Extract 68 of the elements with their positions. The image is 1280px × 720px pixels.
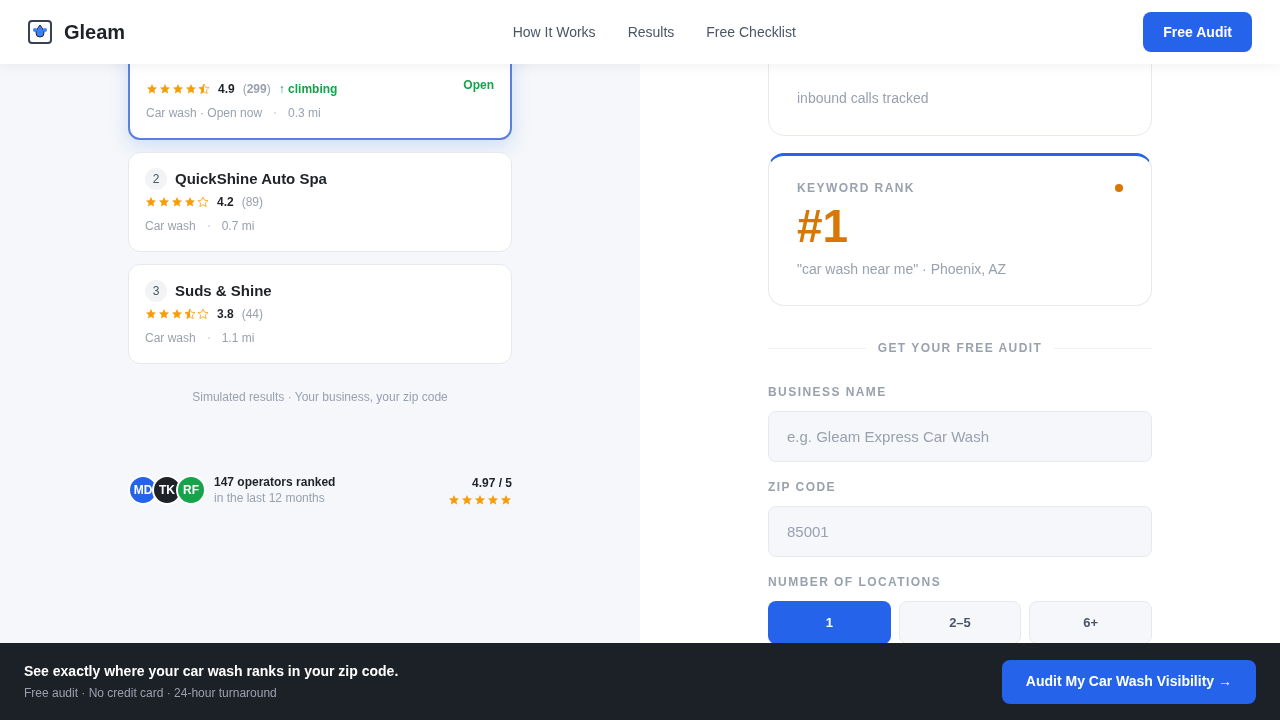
review-count: (44): [241, 306, 264, 323]
star-icon: [172, 83, 184, 95]
listing-meta: Car wash · Open now: [146, 105, 263, 122]
rating: 4.2: [217, 194, 234, 211]
star-icon: [197, 308, 209, 320]
field-label: ZIP CODE: [768, 479, 837, 496]
proof-subtitle: in the last 12 months: [214, 490, 326, 506]
star-icon: [500, 494, 512, 506]
field-label: NUMBER OF LOCATIONS: [768, 574, 943, 591]
listing-meta: Car wash: [145, 330, 196, 347]
review-count: (89): [241, 194, 264, 211]
business-name: QuickShine Auto Spa: [175, 168, 327, 189]
distance: 1.1 mi: [221, 330, 255, 347]
score: 4.97 / 5: [471, 475, 512, 492]
star-icon: [171, 196, 183, 208]
star-icon: [197, 196, 209, 208]
listing-card[interactable]: 4.9 (299) ↑ climbing Car wash · Open now 0.3 mi Open: [128, 64, 512, 140]
free-audit-button[interactable]: Free Audit: [1143, 12, 1252, 52]
star-icon: [448, 494, 460, 506]
rank-badge: 3: [145, 280, 167, 302]
rating: 4.9: [218, 81, 235, 98]
star-icon: [158, 308, 170, 320]
star-icon: [461, 494, 473, 506]
business-name: Suds & Shine: [175, 280, 272, 301]
star-icon: [487, 494, 499, 506]
input-field[interactable]: e.g. Gleam Express Car Wash: [768, 411, 1152, 462]
location-option[interactable]: 6+: [1029, 601, 1152, 643]
distance: 0.3 mi: [288, 105, 321, 122]
star-icon: [198, 83, 210, 95]
star-icon: [474, 494, 486, 506]
status-label: Open: [463, 77, 494, 94]
proof-title: 147 operators ranked: [214, 474, 336, 490]
audit-button[interactable]: Audit My Car Wash Visibility →: [1001, 659, 1256, 704]
stat-caption: inbound calls tracked: [797, 89, 930, 108]
trend-label: ↑ climbing: [278, 81, 338, 98]
avatar: RF: [176, 475, 206, 505]
section-heading: GET YOUR FREE AUDIT: [877, 340, 1043, 357]
brand-name[interactable]: Gleam: [64, 17, 126, 47]
star-icon: [158, 196, 170, 208]
stat-caption: "car wash near me" · Phoenix, AZ: [797, 260, 1008, 279]
star-icon: [146, 83, 158, 95]
nav-link[interactable]: How It Works: [512, 21, 596, 43]
logo-icon: [28, 20, 52, 44]
listing-meta: Car wash: [145, 218, 196, 235]
star-icon: [145, 196, 157, 208]
caption: Simulated results · Your business, your zip code: [191, 389, 449, 406]
star-icon: [184, 308, 196, 320]
nav-link[interactable]: Free Checklist: [706, 21, 796, 43]
star-icon: [159, 83, 171, 95]
rating: 3.8: [217, 306, 234, 323]
input-field[interactable]: 85001: [768, 506, 1152, 557]
stat-value: #1: [797, 199, 850, 253]
star-icon: [185, 83, 197, 95]
review-count: (299): [242, 81, 271, 98]
stat-label: KEYWORD RANK: [797, 180, 915, 197]
listing-card[interactable]: 3 Suds & Shine 3.8 (44) Car wash 1.1 mi: [128, 264, 512, 364]
rank-badge: 2: [145, 168, 167, 190]
bar-title: See exactly where your car wash ranks in your zip code.: [24, 662, 399, 681]
location-option[interactable]: 2–5: [898, 601, 1022, 643]
distance: 0.7 mi: [221, 218, 255, 235]
star-icon: [171, 308, 183, 320]
field-label: BUSINESS NAME: [768, 384, 888, 401]
bar-subtitle: Free audit · No credit card · 24-hour turnaround: [24, 685, 278, 702]
star-icon: [145, 308, 157, 320]
nav-link[interactable]: Results: [627, 21, 675, 43]
star-icon: [184, 196, 196, 208]
listing-card[interactable]: 2 QuickShine Auto Spa 4.2 (89) Car wash 0.7 mi: [128, 152, 512, 252]
location-option[interactable]: 1: [768, 601, 891, 643]
